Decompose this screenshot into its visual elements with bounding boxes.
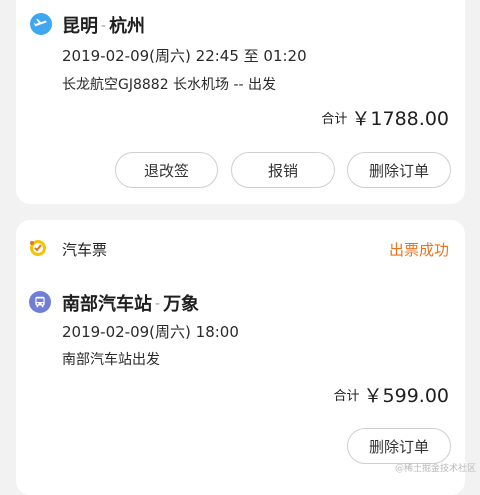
bus-order-card[interactable]: 汽车票 出票成功 南部汽车站 - 万象 2019-02-09(周六) 18:00 南… [16,220,465,495]
route-separator: - [155,296,161,312]
ticket-category-label: 汽车票 [62,241,108,259]
airplane-icon [30,13,52,35]
bus-origin: 南部汽车站 [62,294,152,315]
total-amount: ￥599.00 [363,385,449,407]
delete-order-button[interactable]: 删除订单 [347,428,451,464]
total-label: 合计 [321,112,348,127]
bus-icon [29,291,51,313]
flight-time: 2019-02-09(周六) 22:45 至 01:20 [62,47,307,65]
bus-total: 合计 ￥599.00 [334,381,450,408]
total-label: 合计 [333,389,360,404]
bus-ticket-icon [28,238,48,258]
flight-total: 合计 ￥1788.00 [321,104,449,131]
bus-detail: 南部汽车站出发 [62,352,160,368]
flight-destination: 杭州 [109,16,146,37]
route-separator: - [101,18,107,34]
order-status-badge: 出票成功 [388,241,449,259]
watermark: @稀土掘金技术社区 [394,464,476,474]
total-amount: ￥1788.00 [351,108,449,130]
flight-route-title: 昆明 - 杭州 [62,12,145,38]
bus-route-title: 南部汽车站 - 万象 [62,290,199,316]
delete-order-button[interactable]: 删除订单 [347,152,451,188]
reschedule-button[interactable]: 退改签 [115,152,218,188]
flight-origin: 昆明 [62,16,98,37]
bus-time: 2019-02-09(周六) 18:00 [62,323,239,341]
bus-destination: 万象 [163,294,200,315]
flight-order-card[interactable]: 昆明 - 杭州 2019-02-09(周六) 22:45 至 01:20 长龙航空G… [16,0,465,204]
reimburse-button[interactable]: 报销 [231,152,335,188]
flight-detail: 长龙航空GJ8882 长水机场 -- 出发 [62,77,277,93]
